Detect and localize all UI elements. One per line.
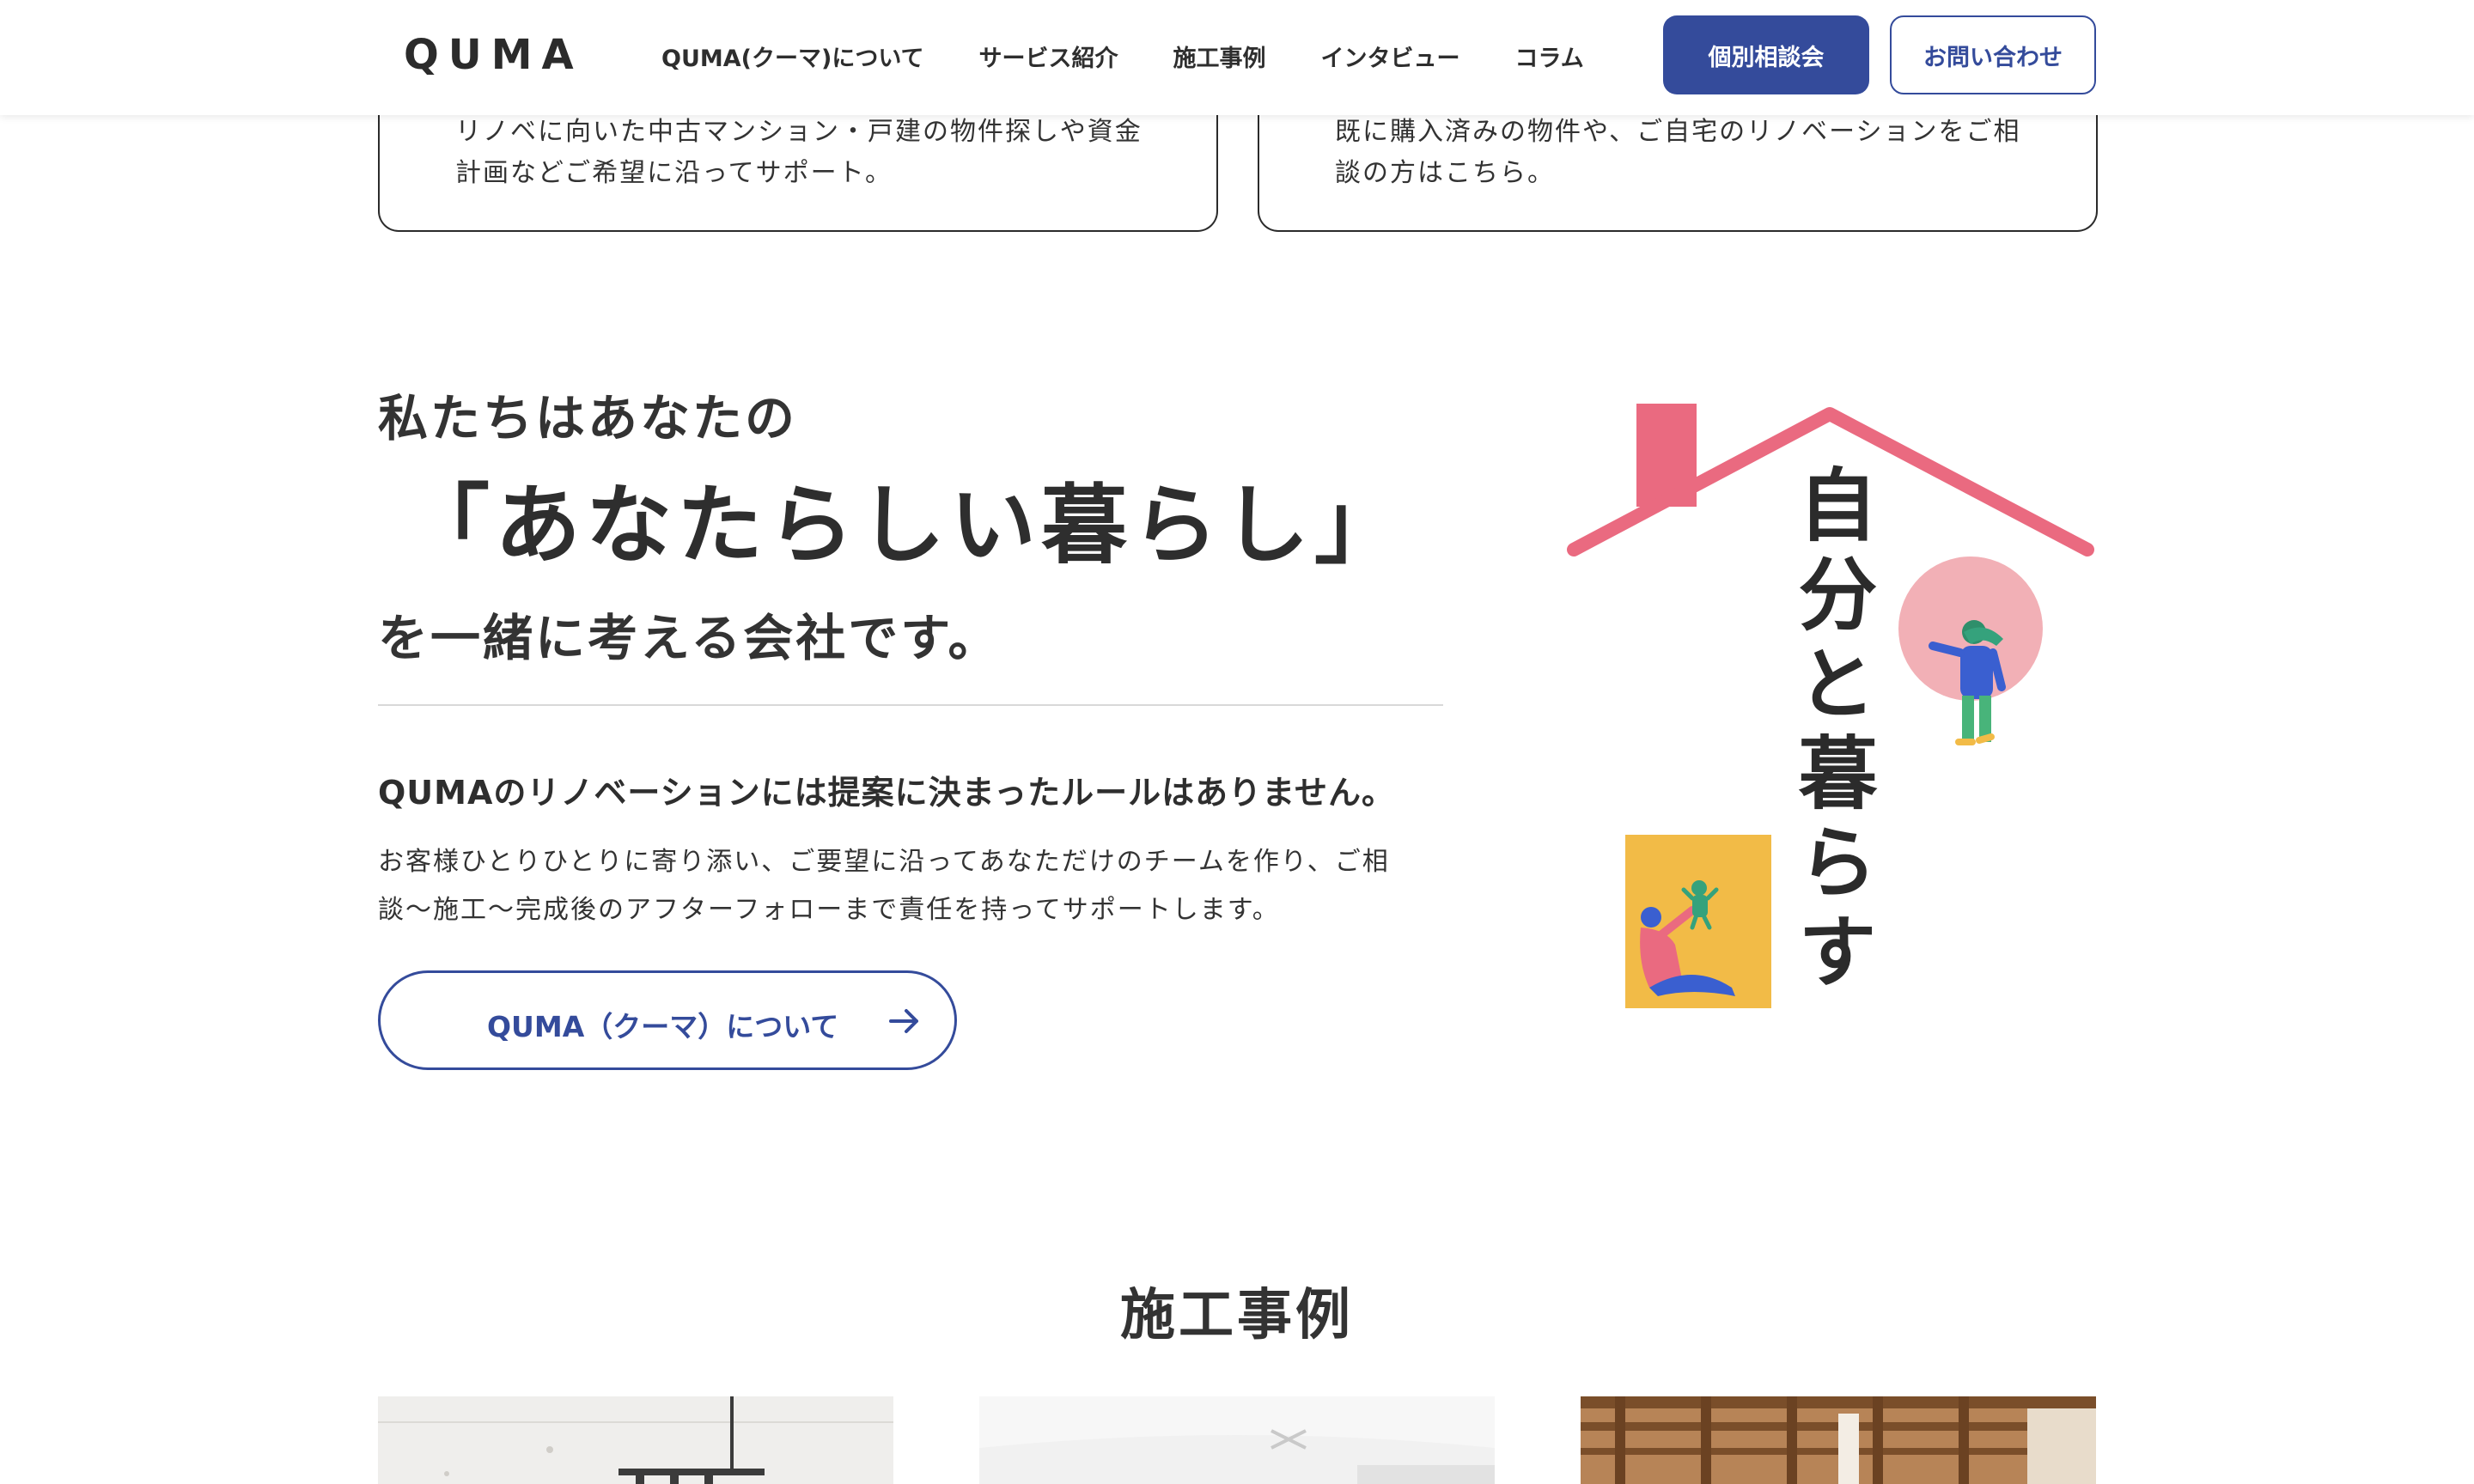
section-divider [378,704,1443,706]
illustration-vertical-text: 自分と暮らす [1785,464,1877,1000]
about-main-heading: 「あなたらしい暮らし」 [404,475,1405,575]
about-body-text: お客様ひとりひとりに寄り添い、ご要望に沿ってあなただけのチームを作り、ご相談〜施… [378,847,1390,925]
works-section-title: 施工事例 [1120,1284,1354,1347]
about-subheading: QUMAのリノベーションには提案に決まったルールはありません。 [378,774,1395,812]
works-thumbnail[interactable] [979,1396,1495,1484]
about-lead: 私たちはあなたの [378,389,798,447]
service-card-text: 既に購入済みの物件や、ご自宅のリノベーションをご相談の方はこちら。 [1335,117,2021,188]
site-header: QUMA QUMA(クーマ)について サービス紹介 施工事例 インタビュー コラ… [0,0,2474,115]
interior-photo-image [979,1396,1495,1484]
about-quma-button-label: QUMA（クーマ）について [487,1010,839,1043]
nav-item-works[interactable]: 施工事例 [1173,40,1266,73]
arrow-right-icon [887,1004,922,1045]
nav-item-about[interactable]: QUMA(クーマ)について [661,40,924,73]
interior-photo-image [1581,1396,2096,1484]
about-quma-button[interactable]: QUMA（クーマ）について [378,970,957,1070]
site-logo[interactable]: QUMA [404,31,583,79]
interior-photo-image [378,1396,893,1484]
main-nav: QUMA(クーマ)について サービス紹介 施工事例 インタビュー コラム [661,40,1639,73]
nav-item-column[interactable]: コラム [1515,40,1584,73]
consult-button[interactable]: 個別相談会 [1663,15,1869,94]
service-card-text: リノベに向いた中古マンション・戸建の物件探しや資金計画などご希望に沿ってサポート… [455,117,1143,188]
about-tail: を一緒に考える会社です。 [378,609,1001,667]
works-thumbnail[interactable] [1581,1396,2096,1484]
contact-button[interactable]: お問い合わせ [1890,15,2096,94]
nav-item-interview[interactable]: インタビュー [1321,40,1460,73]
nav-item-services[interactable]: サービス紹介 [979,40,1118,73]
works-thumbnail[interactable] [378,1396,893,1484]
